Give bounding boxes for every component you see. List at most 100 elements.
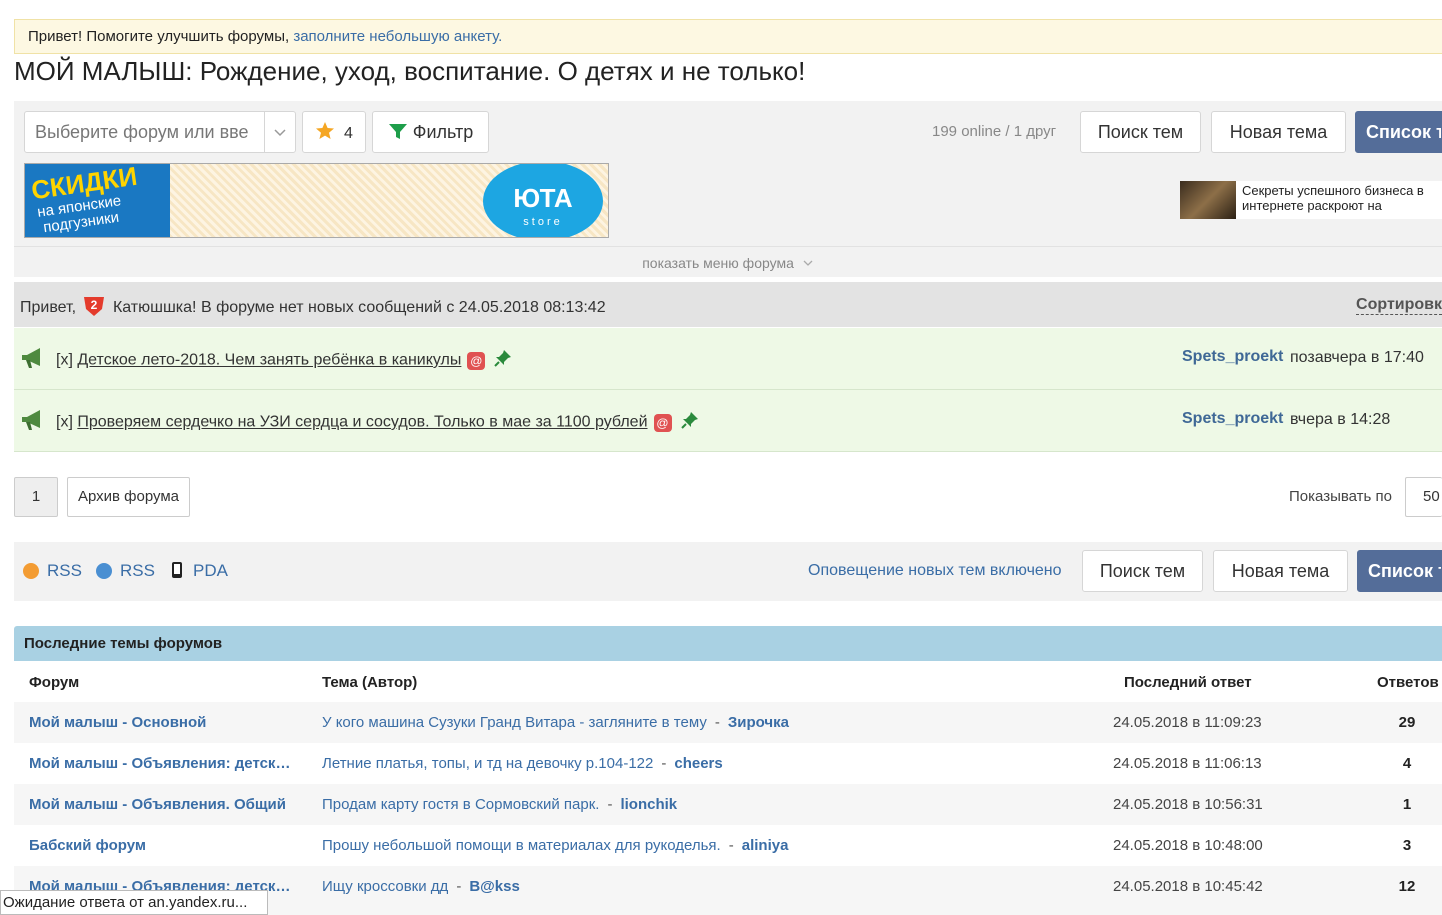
page-title: МОЙ МАЛЫШ: Рождение, уход, воспитание. О… [14, 56, 806, 86]
row-date: 24.05.2018 в 11:09:23 [1113, 714, 1262, 731]
forum-menu-label: показать меню форума [642, 255, 794, 271]
sticky-time: вчера в 14:28 [1290, 411, 1391, 428]
row-topic-link[interactable]: Ищу кроссовки дд [322, 878, 448, 895]
sticky-topic-link[interactable]: Детское лето-2018. Чем занять ребёнка в … [77, 352, 461, 369]
table-row: Мой малыш - Объявления: детская одежда Л… [14, 743, 1442, 784]
rss-link[interactable]: RSS [120, 561, 155, 581]
phone-icon [171, 561, 183, 584]
row-replies: 12 [1398, 878, 1416, 895]
user-badge-number: 2 [91, 298, 98, 312]
row-date: 24.05.2018 в 10:56:31 [1113, 796, 1263, 813]
col-replies: Ответов [1377, 674, 1439, 691]
banner-brand-sub: store [523, 216, 563, 228]
archive-button[interactable]: Архив форума [67, 477, 190, 517]
latest-topics-title: Последние темы форумов [24, 635, 223, 652]
row-topic-link[interactable]: У кого машина Сузуки Гранд Витара - загл… [322, 714, 707, 731]
row-author-link[interactable]: B@kss [469, 878, 520, 895]
pin-icon [680, 410, 700, 435]
greeting-text: Катюшшка! В форуме нет новых сообщений с… [112, 299, 606, 316]
side-ad-text: Секреты успешного бизнеса в интернете ра… [1242, 183, 1424, 213]
new-topic-button[interactable]: Новая тема [1211, 111, 1346, 153]
greeting-bar: Привет, 2 Катюшшка! В форуме нет новых с… [14, 282, 1442, 327]
browser-status-bar: Ожидание ответа от an.yandex.ru... [0, 890, 268, 915]
filter-icon [388, 124, 407, 139]
col-forum: Форум [29, 674, 80, 691]
survey-link[interactable]: заполните небольшую анкету. [293, 28, 502, 45]
per-page-select[interactable]: 50 [1405, 477, 1442, 517]
pda-link[interactable]: PDA [193, 561, 228, 581]
ad-thumbnail [1180, 181, 1236, 219]
row-topic-link[interactable]: Летние платья, топы, и тд на девочку р.1… [322, 755, 653, 772]
rss-icon [96, 563, 112, 579]
row-topic: Летние платья, топы, и тд на девочку р.1… [322, 755, 723, 772]
row-replies: 3 [1402, 837, 1412, 854]
new-topic-button[interactable]: Новая тема [1213, 550, 1348, 592]
row-date: 24.05.2018 в 11:06:13 [1113, 755, 1262, 772]
topic-prefix: [x] [56, 351, 73, 369]
row-author-link[interactable]: cheers [674, 755, 722, 772]
search-topics-button[interactable]: Поиск тем [1080, 111, 1201, 153]
sticky-topic-link[interactable]: Проверяем сердечко на УЗИ сердца и сосуд… [77, 414, 647, 431]
topic-list-button[interactable]: Список т [1357, 550, 1442, 592]
sticky-topic: [x] Проверяем сердечко на УЗИ сердца и с… [56, 410, 700, 435]
row-topic: У кого машина Сузуки Гранд Витара - загл… [322, 714, 789, 731]
filter-button[interactable]: Фильтр [372, 111, 489, 153]
forum-select[interactable]: Выберите форум или вве [24, 111, 296, 153]
chevron-down-icon [803, 260, 813, 266]
col-last-reply: Последний ответ [1124, 674, 1252, 691]
sort-link[interactable]: Сортировк [1356, 296, 1442, 315]
table-row: Бабский форум Прошу небольшой помощи в м… [14, 825, 1442, 866]
row-topic-link[interactable]: Прошу небольшой помощи в материалах для … [322, 837, 721, 854]
sticky-time: позавчера в 17:40 [1290, 349, 1424, 366]
notice-text: Привет! Помогите улучшить форумы, [28, 28, 294, 45]
row-forum-link[interactable]: Мой малыш - Основной [29, 714, 294, 731]
row-author-link[interactable]: aliniya [742, 837, 789, 854]
row-author-link[interactable]: Зирочка [728, 714, 789, 731]
page-1-button[interactable]: 1 [14, 477, 58, 517]
row-topic: Прошу небольшой помощи в материалах для … [322, 837, 789, 854]
row-topic: Ищу кроссовки дд - B@kss [322, 878, 520, 895]
row-forum-link[interactable]: Мой малыш - Объявления. Общий [29, 796, 294, 813]
user-badge-icon: 2 [82, 295, 106, 322]
online-status: 199 online / 1 друг [932, 123, 1057, 140]
chevron-down-icon[interactable] [264, 112, 295, 152]
banner-promo-block: СКИДКИ на японские подгузники [25, 164, 170, 237]
latest-topics-header: Последние темы форумов [14, 626, 1442, 661]
topic-list-button[interactable]: Список т [1355, 111, 1442, 153]
row-replies: 1 [1402, 796, 1412, 813]
sticky-author[interactable]: Spets_proekt [1182, 348, 1283, 366]
row-date: 24.05.2018 в 10:45:42 [1113, 878, 1263, 895]
filter-label: Фильтр [412, 122, 474, 142]
sticky-author[interactable]: Spets_proekt [1182, 410, 1283, 428]
favorites-count: 4 [344, 125, 353, 142]
notification-status-link[interactable]: Оповещение новых тем включено [808, 562, 1062, 580]
megaphone-icon [22, 348, 40, 368]
banner-brand: ЮТА [513, 183, 573, 213]
row-forum-link[interactable]: Бабский форум [29, 837, 294, 854]
row-replies: 29 [1398, 714, 1416, 731]
row-replies: 4 [1402, 755, 1412, 772]
star-icon [316, 122, 335, 139]
rss-link[interactable]: RSS [47, 561, 82, 581]
side-ad[interactable]: Секреты успешного бизнеса в интернете ра… [1180, 181, 1442, 219]
megaphone-icon [22, 410, 40, 430]
survey-notice: Привет! Помогите улучшить форумы, заполн… [14, 19, 1442, 54]
greeting-prefix: Привет, [20, 299, 77, 316]
mention-icon: @ [653, 413, 672, 432]
col-topic: Тема (Автор) [322, 674, 418, 691]
table-row: Мой малыш - Основной У кого машина Сузук… [14, 702, 1442, 743]
show-forum-menu[interactable]: показать меню форума [14, 246, 1442, 279]
table-row: Мой малыш - Объявления. Общий Продам кар… [14, 784, 1442, 825]
favorites-button[interactable]: 4 [302, 111, 366, 153]
banner-logo: ЮТА store [483, 164, 603, 237]
row-author-link[interactable]: lionchik [620, 796, 677, 813]
forum-select-placeholder: Выберите форум или вве [35, 122, 249, 142]
show-per-label: Показывать по [1289, 488, 1392, 505]
greeting: Привет, 2 Катюшшка! В форуме нет новых с… [20, 295, 606, 322]
ad-banner[interactable]: СКИДКИ на японские подгузники ЮТА store [24, 163, 609, 238]
row-topic: Продам карту гостя в Сормовский парк. - li… [322, 796, 678, 813]
row-date: 24.05.2018 в 10:48:00 [1113, 837, 1263, 854]
row-topic-link[interactable]: Продам карту гостя в Сормовский парк. [322, 796, 599, 813]
row-forum-link[interactable]: Мой малыш - Объявления: детская одежда [29, 755, 294, 772]
search-topics-button[interactable]: Поиск тем [1082, 550, 1203, 592]
